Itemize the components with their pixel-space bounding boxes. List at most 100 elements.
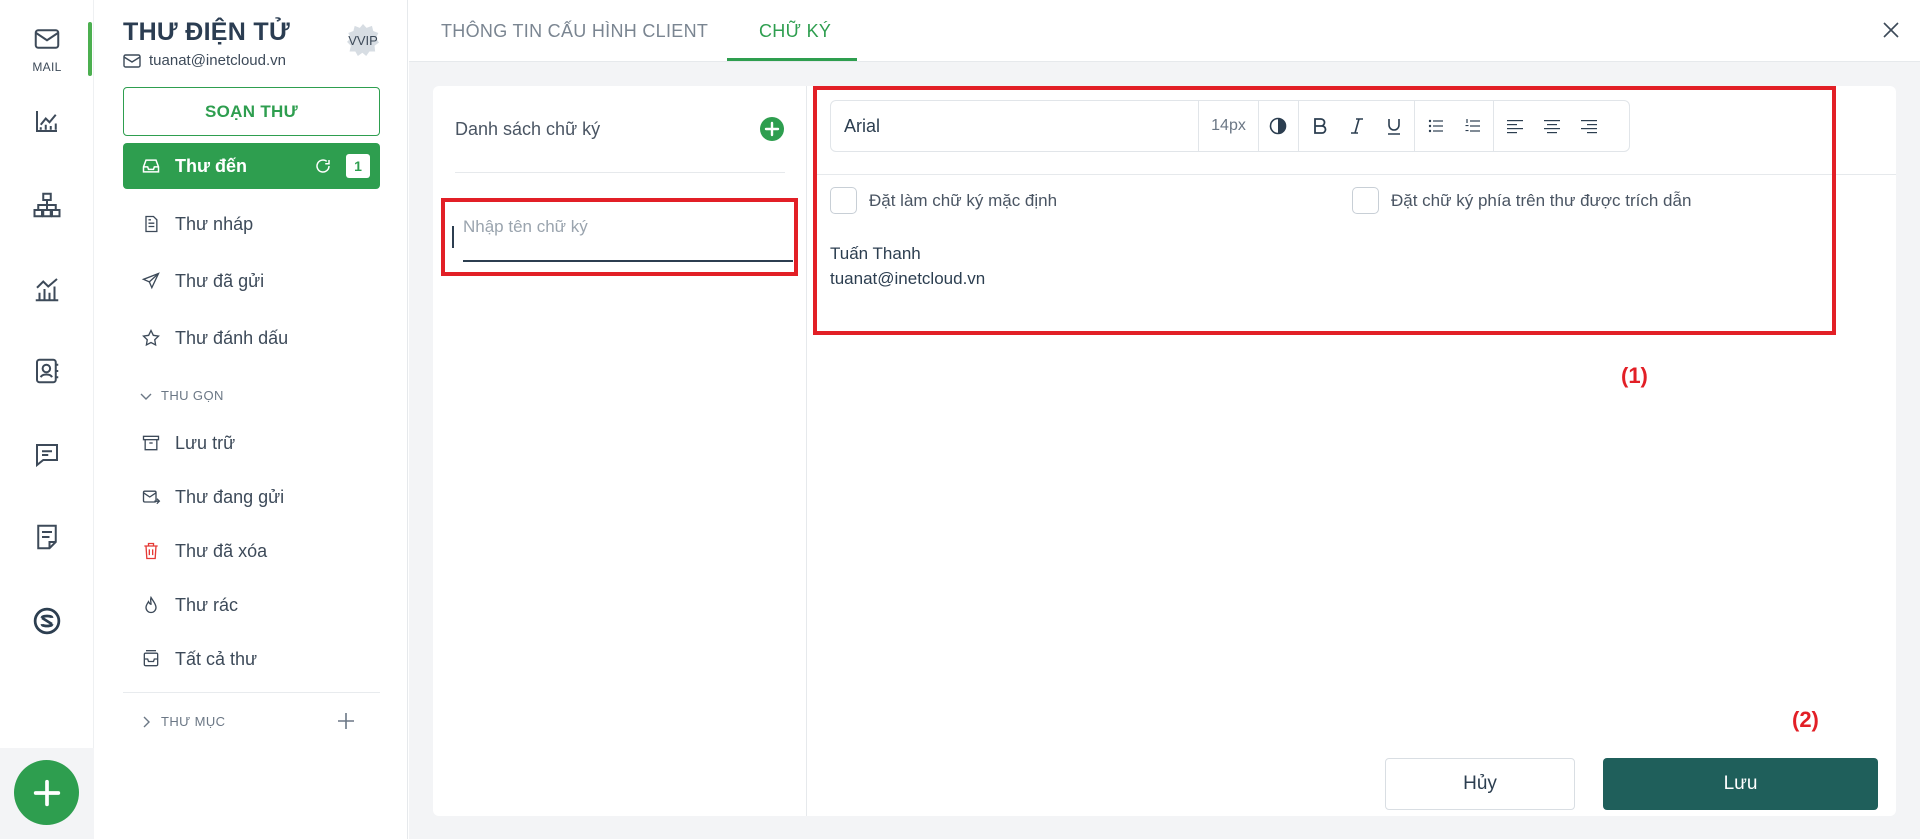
rail-item-notes[interactable] bbox=[0, 522, 94, 552]
italic-button[interactable] bbox=[1338, 101, 1375, 151]
align-center-button[interactable] bbox=[1533, 101, 1570, 151]
underline-button[interactable] bbox=[1375, 101, 1412, 151]
signature-name-highlight bbox=[441, 198, 798, 276]
align-left-button[interactable] bbox=[1496, 101, 1533, 151]
above-quote-label: Đặt chữ ký phía trên thư được trích dẫn bbox=[1391, 190, 1692, 210]
bullet-list-button[interactable] bbox=[1417, 101, 1454, 151]
checkbox-box[interactable] bbox=[1352, 187, 1379, 214]
folder-spam[interactable]: Thư rác bbox=[123, 582, 380, 628]
outbox-icon bbox=[142, 490, 161, 505]
text-color-button[interactable] bbox=[1259, 101, 1296, 151]
folder-outbox-label: Thư đang gửi bbox=[175, 486, 285, 507]
refresh-icon[interactable] bbox=[314, 157, 332, 175]
close-icon[interactable] bbox=[1879, 18, 1903, 42]
star-icon bbox=[142, 328, 160, 347]
tier-badge: VVIP bbox=[345, 22, 381, 58]
settings-tabs: THÔNG TIN CẤU HÌNH CLIENT CHỮ KÝ bbox=[409, 0, 1920, 62]
folder-outbox[interactable]: Thư đang gửi bbox=[123, 474, 380, 520]
numbered-list-icon bbox=[1465, 119, 1480, 132]
folder-archive[interactable]: Lưu trữ bbox=[123, 420, 380, 466]
folder-all-mail[interactable]: Tất cả thư bbox=[123, 636, 380, 682]
folder-drafts-label: Thư nháp bbox=[175, 213, 254, 234]
numbered-list-button[interactable] bbox=[1454, 101, 1491, 151]
signature-content-line[interactable]: tuanat@inetcloud.vn bbox=[830, 269, 985, 289]
underline-icon bbox=[1387, 119, 1400, 135]
folder-drafts[interactable]: Thư nháp bbox=[123, 201, 380, 247]
default-signature-checkbox[interactable]: Đặt làm chữ ký mặc định bbox=[830, 187, 1057, 214]
text-caret bbox=[452, 226, 454, 248]
folder-starred[interactable]: Thư đánh dấu bbox=[123, 315, 380, 361]
inbox-unread-count: 1 bbox=[346, 154, 370, 178]
folder-inbox[interactable]: Thư đến 1 bbox=[123, 143, 380, 189]
notes-icon bbox=[37, 524, 57, 550]
align-right-button[interactable] bbox=[1570, 101, 1607, 151]
above-quote-checkbox[interactable]: Đặt chữ ký phía trên thư được trích dẫn bbox=[1352, 187, 1691, 214]
bold-button[interactable] bbox=[1301, 101, 1338, 151]
collapse-toggle[interactable]: THU GỌN bbox=[139, 388, 224, 403]
archive-icon bbox=[142, 435, 160, 451]
font-family-select[interactable]: Arial bbox=[831, 101, 1199, 151]
account-email: tuanat@inetcloud.vn bbox=[123, 52, 286, 69]
checkbox-box[interactable] bbox=[830, 187, 857, 214]
custom-folders-toggle[interactable]: THƯ MỤC bbox=[139, 714, 225, 729]
settings-area: THÔNG TIN CẤU HÌNH CLIENT CHỮ KÝ Danh sá… bbox=[409, 0, 1920, 839]
signature-editor-highlight: Arial 14px Đặt làm chữ ký mặc định Đặt c… bbox=[813, 86, 1836, 335]
bold-icon bbox=[1313, 118, 1326, 134]
trash-icon bbox=[144, 542, 158, 560]
add-folder-icon[interactable] bbox=[335, 710, 357, 732]
toolbar-separator bbox=[1298, 101, 1299, 151]
contrast-icon bbox=[1269, 117, 1286, 135]
rail-item-statistics[interactable] bbox=[0, 274, 94, 304]
mail-icon bbox=[34, 29, 60, 49]
folder-starred-label: Thư đánh dấu bbox=[175, 327, 289, 348]
sidebar-divider bbox=[123, 692, 380, 693]
rail-item-reports[interactable] bbox=[0, 106, 94, 136]
font-size-select[interactable]: 14px bbox=[1199, 101, 1259, 151]
align-left-icon bbox=[1506, 120, 1523, 134]
plus-icon bbox=[33, 779, 60, 806]
bar-chart-icon bbox=[35, 278, 59, 302]
send-icon bbox=[141, 272, 160, 290]
compose-button[interactable]: SOẠN THƯ bbox=[123, 87, 380, 136]
editor-divider-right bbox=[1836, 174, 1896, 175]
rail-item-organization[interactable] bbox=[0, 190, 94, 220]
signature-panel: Danh sách chữ ký Arial 14px bbox=[433, 86, 1896, 816]
cancel-button[interactable]: Hủy bbox=[1385, 758, 1575, 810]
contacts-icon bbox=[36, 358, 59, 384]
folder-spam-label: Thư rác bbox=[175, 594, 239, 615]
signature-name-input[interactable] bbox=[463, 212, 793, 262]
rail-item-app[interactable] bbox=[0, 606, 94, 636]
create-fab-button[interactable] bbox=[14, 760, 79, 825]
default-signature-label: Đặt làm chữ ký mặc định bbox=[869, 190, 1058, 210]
editor-toolbar: Arial 14px bbox=[830, 100, 1630, 152]
mailbox-title: THƯ ĐIỆN TỬ bbox=[123, 18, 290, 46]
tier-badge-text: VVIP bbox=[348, 32, 378, 48]
app-rail: MAIL bbox=[0, 0, 94, 839]
chevron-right-icon bbox=[143, 716, 150, 727]
toolbar-separator bbox=[1493, 101, 1494, 151]
save-button[interactable]: Lưu bbox=[1603, 758, 1878, 810]
folder-inbox-label: Thư đến bbox=[175, 155, 248, 176]
mail-sidebar: THƯ ĐIỆN TỬ tuanat@inetcloud.vn VVIP SOẠ… bbox=[95, 0, 408, 839]
envelope-icon bbox=[123, 53, 141, 68]
folder-all-mail-label: Tất cả thư bbox=[175, 648, 258, 669]
folder-sent-label: Thư đã gửi bbox=[175, 270, 265, 291]
chat-icon bbox=[36, 444, 58, 468]
editor-divider bbox=[817, 174, 1832, 175]
spam-icon bbox=[145, 595, 157, 614]
add-signature-icon[interactable] bbox=[759, 116, 785, 142]
rail-item-chat[interactable] bbox=[0, 440, 94, 470]
italic-icon bbox=[1350, 118, 1363, 134]
signature-content-line[interactable]: Tuấn Thanh bbox=[830, 244, 921, 264]
folder-sent[interactable]: Thư đã gửi bbox=[123, 258, 380, 304]
rail-mail-label: MAIL bbox=[32, 60, 62, 74]
chart-line-icon bbox=[36, 111, 57, 132]
app-logo-icon bbox=[33, 607, 61, 635]
folder-trash[interactable]: Thư đã xóa bbox=[123, 528, 380, 574]
rail-item-mail[interactable]: MAIL bbox=[0, 24, 94, 74]
org-chart-icon bbox=[33, 192, 61, 218]
tab-client-config[interactable]: THÔNG TIN CẤU HÌNH CLIENT bbox=[441, 0, 708, 62]
rail-item-contacts[interactable] bbox=[0, 356, 94, 386]
folder-trash-label: Thư đã xóa bbox=[175, 540, 268, 561]
tab-signature[interactable]: CHỮ KÝ bbox=[759, 0, 831, 62]
